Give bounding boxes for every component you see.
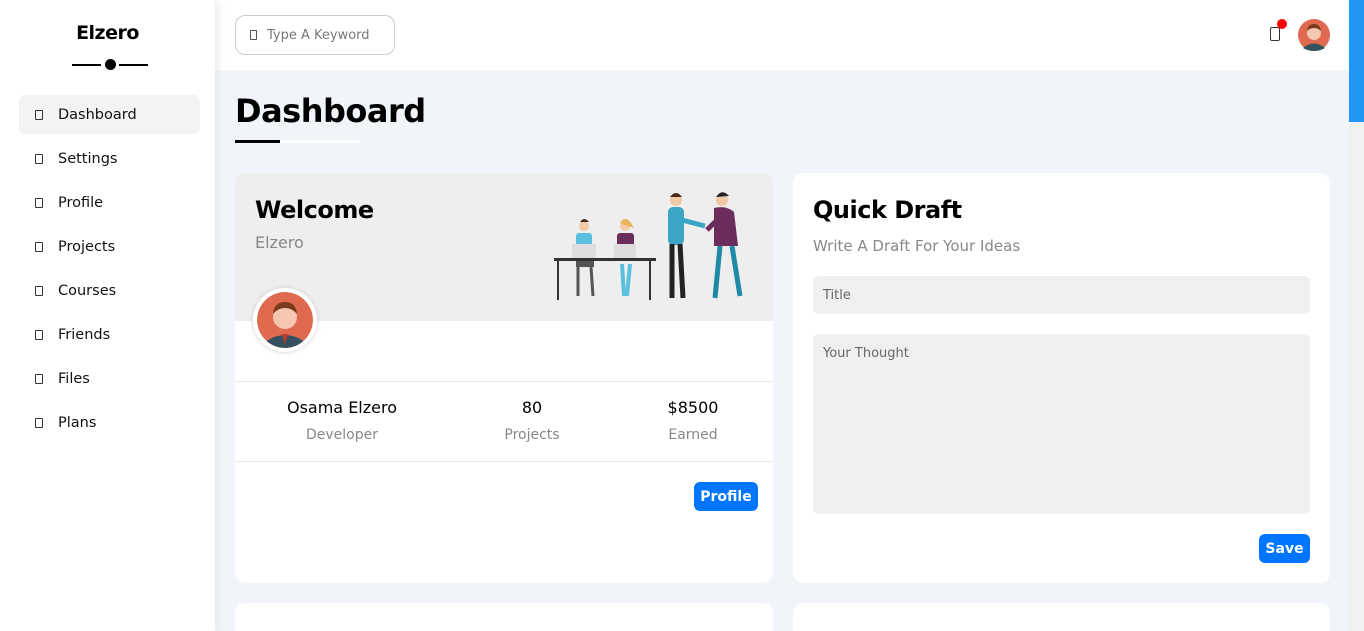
draft-title: Quick Draft (813, 196, 962, 224)
sidebar-nav: Dashboard Settings Profile Projects Cour… (19, 95, 200, 447)
sidebar-item-label: Files (58, 370, 90, 387)
quick-draft-card: Quick Draft Write A Draft For Your Ideas… (793, 173, 1330, 583)
dashboard-icon (35, 109, 43, 120)
sidebar-item-dashboard[interactable]: Dashboard (19, 95, 200, 134)
lower-card-right (793, 603, 1330, 631)
avatar[interactable] (1298, 19, 1330, 51)
sidebar-item-courses[interactable]: Courses (19, 271, 200, 310)
top-header: Type A Keyword (215, 0, 1349, 70)
stat-earned: $8500 Earned (667, 398, 719, 443)
settings-icon (35, 153, 43, 164)
avatar (253, 288, 317, 352)
sidebar-item-friends[interactable]: Friends (19, 315, 200, 354)
sidebar-item-plans[interactable]: Plans (19, 403, 200, 442)
page-title: Dashboard (235, 92, 426, 130)
profile-button[interactable]: Profile (694, 482, 758, 511)
courses-icon (35, 285, 43, 296)
brand-decoration (72, 59, 148, 71)
sidebar-item-settings[interactable]: Settings (19, 139, 200, 178)
sidebar: Elzero Dashboard Settings Profile Projec… (0, 0, 215, 631)
plans-icon (35, 417, 43, 428)
title-input[interactable]: Title (813, 276, 1310, 314)
profile-stats: Osama Elzero Developer 80 Projects $8500… (235, 381, 773, 462)
draft-subtitle: Write A Draft For Your Ideas (813, 237, 1021, 255)
bell-icon[interactable] (1270, 27, 1280, 41)
sidebar-item-projects[interactable]: Projects (19, 227, 200, 266)
sidebar-item-profile[interactable]: Profile (19, 183, 200, 222)
stat-projects: 80 Projects (504, 398, 560, 443)
sidebar-item-label: Profile (58, 194, 104, 211)
thought-textarea[interactable]: Your Thought (813, 334, 1310, 514)
search-input[interactable]: Type A Keyword (235, 15, 395, 55)
sidebar-item-label: Friends (58, 326, 111, 343)
welcome-header: Welcome Elzero (235, 173, 773, 321)
welcome-card: Welcome Elzero Osama Elzero Developer 80… (235, 173, 773, 583)
search-placeholder: Type A Keyword (267, 27, 370, 43)
profile-icon (35, 197, 43, 208)
welcome-subtitle: Elzero (255, 233, 304, 252)
stat-name: Osama Elzero Developer (286, 398, 398, 443)
scrollbar-thumb[interactable] (1349, 0, 1364, 122)
lower-card-left (235, 603, 773, 631)
friends-icon (35, 329, 43, 340)
brand-title: Elzero (76, 22, 139, 44)
files-icon (35, 373, 43, 384)
notification-dot (1277, 19, 1287, 29)
save-button[interactable]: Save (1259, 534, 1310, 563)
team-illustration (554, 192, 743, 300)
sidebar-item-files[interactable]: Files (19, 359, 200, 398)
projects-icon (35, 241, 43, 252)
sidebar-item-label: Courses (58, 282, 117, 299)
sidebar-item-label: Plans (58, 414, 97, 431)
search-icon (250, 30, 257, 40)
sidebar-item-label: Projects (58, 238, 116, 255)
scrollbar[interactable] (1349, 0, 1364, 631)
title-underline (235, 140, 360, 143)
sidebar-item-label: Dashboard (58, 106, 137, 123)
welcome-title: Welcome (255, 196, 374, 224)
sidebar-item-label: Settings (58, 150, 118, 167)
